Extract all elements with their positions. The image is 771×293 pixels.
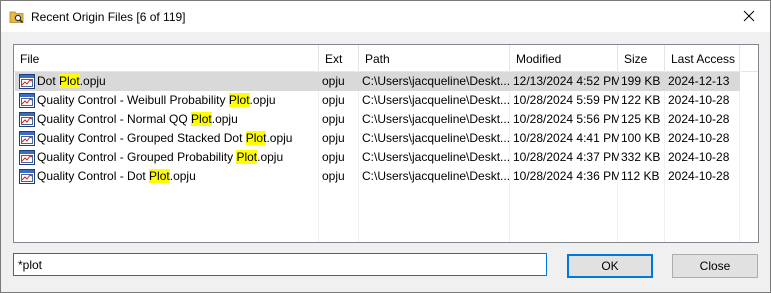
file-name-text: .opju xyxy=(169,169,196,183)
search-match-highlight: Plot xyxy=(59,74,80,88)
file-name-text: Quality Control - Dot xyxy=(37,169,150,183)
file-name-text: .opju xyxy=(266,131,293,145)
origin-project-file-icon xyxy=(19,74,35,89)
cell-last-access: 2024-10-28 xyxy=(668,169,730,183)
table-row[interactable]: Quality Control - Dot Plot.opju opju C:\Us… xyxy=(15,167,740,186)
cell-size: 332 KB xyxy=(621,150,661,164)
file-name-text: .opju xyxy=(79,74,106,88)
cell-size: 125 KB xyxy=(621,112,661,126)
cell-modified: 10/28/2024 5:59 PM xyxy=(513,93,619,107)
column-header-path[interactable]: Path xyxy=(359,45,510,71)
table-row[interactable]: Quality Control - Normal QQ Plot.opju opj… xyxy=(15,110,740,129)
cell-path: C:\Users\jacqueline\Deskt... xyxy=(362,131,511,145)
search-match-highlight: Plot xyxy=(191,112,212,126)
cell-last-access: 2024-12-13 xyxy=(668,74,730,88)
file-name-text: Quality Control - Grouped Probability xyxy=(37,150,237,164)
cell-last-access: 2024-10-28 xyxy=(668,112,730,126)
cell-ext: opju xyxy=(322,131,345,145)
recent-files-list[interactable]: File Ext Path Modified Size Last Access … xyxy=(13,44,759,243)
cell-file-name: Quality Control - Dot Plot.opju xyxy=(37,167,319,186)
table-row[interactable]: Quality Control - Grouped Stacked Dot Pl… xyxy=(15,129,740,148)
column-header-last-access[interactable]: Last Access xyxy=(665,45,740,71)
cell-modified: 10/28/2024 4:41 PM xyxy=(513,131,619,145)
cell-size: 199 KB xyxy=(621,74,661,88)
cell-modified: 10/28/2024 4:37 PM xyxy=(513,150,619,164)
cell-size: 122 KB xyxy=(621,93,661,107)
cell-path: C:\Users\jacqueline\Deskt... xyxy=(362,150,511,164)
cell-size: 112 KB xyxy=(621,169,660,183)
close-button[interactable]: Close xyxy=(672,254,758,278)
cell-file-name: Dot Plot.opju xyxy=(37,72,319,91)
cell-file-name: Quality Control - Grouped Probability Pl… xyxy=(37,148,319,167)
folder-search-icon xyxy=(9,9,25,25)
cell-modified: 12/13/2024 4:52 PM xyxy=(513,74,619,88)
cell-modified: 10/28/2024 4:36 PM xyxy=(513,169,619,183)
cell-ext: opju xyxy=(322,74,345,88)
window-title: Recent Origin Files [6 of 119] xyxy=(31,10,186,24)
column-header-size[interactable]: Size xyxy=(618,45,665,71)
origin-project-file-icon xyxy=(19,112,35,127)
search-match-highlight: Plot xyxy=(228,93,250,107)
table-row[interactable]: Quality Control - Weibull Probability Pl… xyxy=(15,91,740,110)
origin-project-file-icon xyxy=(19,150,35,165)
cell-file-name: Quality Control - Grouped Stacked Dot Pl… xyxy=(37,129,319,148)
file-name-text: Dot xyxy=(37,74,60,88)
file-name-text: Quality Control - Grouped Stacked Dot xyxy=(37,131,246,145)
table-row[interactable]: Quality Control - Grouped Probability Pl… xyxy=(15,148,740,167)
origin-project-file-icon xyxy=(19,131,35,146)
title-bar: Recent Origin Files [6 of 119] xyxy=(1,1,770,32)
search-match-highlight: Plot xyxy=(245,131,267,145)
search-match-highlight: Plot xyxy=(149,169,170,183)
search-match-highlight: Plot xyxy=(236,150,258,164)
close-icon[interactable] xyxy=(736,5,762,27)
origin-project-file-icon xyxy=(19,169,35,184)
cell-path: C:\Users\jacqueline\Deskt... xyxy=(362,169,511,183)
recent-files-dialog: Recent Origin Files [6 of 119] File Ext … xyxy=(0,0,771,293)
file-name-text: .opju xyxy=(211,112,238,126)
cell-ext: opju xyxy=(322,93,345,107)
cell-size: 100 KB xyxy=(621,131,661,145)
column-header-file[interactable]: File xyxy=(14,45,319,71)
column-header-modified[interactable]: Modified xyxy=(510,45,618,71)
cell-ext: opju xyxy=(322,112,345,126)
cell-last-access: 2024-10-28 xyxy=(668,131,730,145)
file-name-text: Quality Control - Normal QQ xyxy=(37,112,192,126)
cell-last-access: 2024-10-28 xyxy=(668,150,730,164)
ok-button[interactable]: OK xyxy=(567,254,653,278)
cell-modified: 10/28/2024 5:56 PM xyxy=(513,112,619,126)
cell-path: C:\Users\jacqueline\Deskt... xyxy=(362,74,511,88)
list-header: File Ext Path Modified Size Last Access xyxy=(14,45,758,72)
filter-input[interactable] xyxy=(13,253,547,276)
cell-path: C:\Users\jacqueline\Deskt... xyxy=(362,93,511,107)
file-name-text: .opju xyxy=(257,150,284,164)
file-name-text: Quality Control - Weibull Probability xyxy=(37,93,229,107)
cell-path: C:\Users\jacqueline\Deskt... xyxy=(362,112,511,126)
table-row[interactable]: Dot Plot.opju opju C:\Users\jacqueline\Des… xyxy=(15,72,740,91)
cell-ext: opju xyxy=(322,169,345,183)
file-name-text: .opju xyxy=(249,93,276,107)
column-header-ext[interactable]: Ext xyxy=(319,45,359,71)
cell-ext: opju xyxy=(322,150,345,164)
cell-file-name: Quality Control - Normal QQ Plot.opju xyxy=(37,110,319,129)
cell-file-name: Quality Control - Weibull Probability Pl… xyxy=(37,91,319,110)
origin-project-file-icon xyxy=(19,93,35,108)
cell-last-access: 2024-10-28 xyxy=(668,93,730,107)
